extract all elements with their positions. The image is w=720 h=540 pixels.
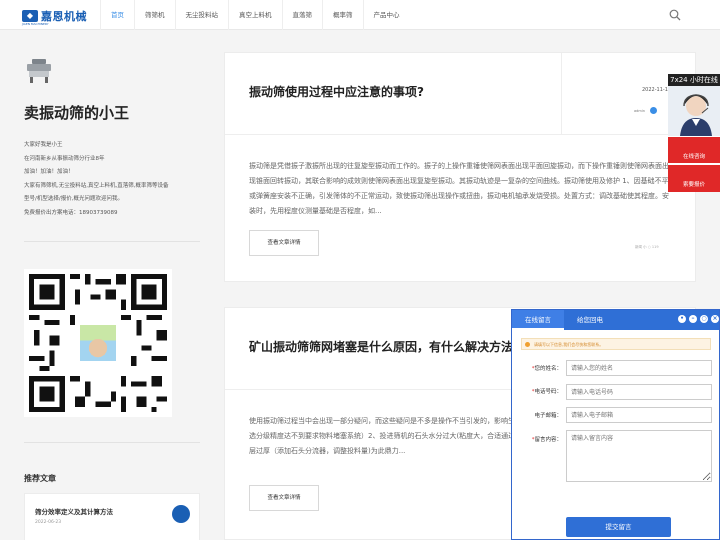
name-input[interactable]: [566, 360, 712, 376]
online-consult-button[interactable]: 在线咨询: [668, 137, 720, 163]
recommend-title: 推荐文章: [24, 474, 56, 483]
article-author: admin: [634, 109, 645, 113]
customer-service-icon: [668, 86, 720, 136]
site-logo[interactable]: ◆ 嘉恩机械 JIAEN MACHINERY: [22, 8, 87, 26]
site-header: ◆ 嘉恩机械 JIAEN MACHINERY 首页 筛筛机 无尘投料站 真空上料…: [0, 0, 720, 30]
nav-item-vacuum-feeder[interactable]: 真空上料机: [228, 0, 282, 30]
intro-line: 加油！加油！加油！: [24, 169, 74, 175]
search-icon[interactable]: [668, 8, 682, 22]
widget-notice-text: 请填写以下信息,我们会尽快和您联系。: [534, 342, 604, 347]
widget-restore-icon[interactable]: ○: [700, 315, 708, 323]
email-label: 电子邮箱：: [534, 413, 562, 419]
view-article-button[interactable]: 查看文章详情: [249, 485, 319, 511]
article-card: 振动筛使用过程中应注意的事项? 2022-11-1 admin 振动筛是凭借振子…: [224, 52, 697, 282]
nav-item-dust-free-station[interactable]: 无尘投料站: [174, 0, 229, 30]
email-input[interactable]: [566, 407, 712, 423]
message-textarea[interactable]: [566, 430, 712, 482]
nav-item-straight-screen[interactable]: 直落筛: [281, 0, 323, 30]
sidebar-divider: [24, 442, 200, 443]
message-widget: 在线留言 给您回电 • – ○ × 请填写以下信息,我们会尽快和您联系。 *您的…: [511, 309, 720, 540]
floating-contact-ad: 7x24 小时在线 在线咨询 索要报价: [668, 74, 720, 192]
notice-icon: [525, 342, 530, 347]
recommend-card-logo-icon: [172, 505, 190, 523]
article-date: 2022-11-1: [642, 87, 668, 93]
article-meta: 新闻 小 ○ 119: [635, 245, 659, 249]
widget-minimize-icon[interactable]: –: [689, 315, 697, 323]
submit-message-button[interactable]: 提交留言: [566, 517, 671, 537]
phone-input[interactable]: [566, 384, 712, 400]
ad-header: 7x24 小时在线: [668, 74, 720, 86]
widget-settings-icon[interactable]: •: [678, 315, 686, 323]
message-label: *留言内容：: [531, 437, 562, 443]
intro-line: 大家好我是小王: [24, 142, 63, 148]
logo-subtitle: JIAEN MACHINERY: [22, 22, 49, 26]
nav-item-home[interactable]: 首页: [100, 0, 134, 30]
article-excerpt: 振动筛是凭借振子激振所出现的往复旋型振动而工作的。振子的上操作重锤使筛网表面出现…: [249, 162, 669, 215]
author-name: 卖振动筛的小王: [24, 104, 130, 122]
widget-close-icon[interactable]: ×: [711, 315, 719, 323]
widget-notice: 请填写以下信息,我们会尽快和您联系。: [521, 338, 711, 350]
intro-line: 在河南新乡从事振动筛分行业8年: [24, 155, 105, 162]
author-dot-icon: [650, 107, 657, 114]
author-intro: 大家好我是小王 在河南新乡从事振动筛分行业8年 加油！加油！加油！ 大家有筛筛机…: [24, 139, 204, 220]
sidebar-divider: [24, 241, 200, 242]
wechat-qr-code: [24, 269, 172, 417]
nav-item-products[interactable]: 产品中心: [362, 0, 410, 30]
nav-item-screener[interactable]: 筛筛机: [134, 0, 175, 30]
intro-line: 免费报价出方案电话：18903739089: [24, 209, 118, 216]
article-header: 振动筛使用过程中应注意的事项? 2022-11-1 admin: [225, 53, 697, 135]
recommend-card-date: 2022-06-23: [35, 520, 62, 525]
name-label: *您的姓名：: [531, 366, 562, 372]
tab-online-message[interactable]: 在线留言: [512, 310, 564, 330]
nav-item-probability-screen[interactable]: 概率筛: [322, 0, 363, 30]
request-quote-button[interactable]: 索要报价: [668, 165, 720, 192]
recommend-card-title[interactable]: 筛分效率定义及其计算方法: [35, 506, 113, 516]
intro-line: 大家有筛筛机,无尘投料站,真空上料机,直落筛,概率筛等设备: [24, 182, 169, 189]
article-title[interactable]: 振动筛使用过程中应注意的事项?: [249, 83, 424, 100]
tab-callback[interactable]: 给您回电: [564, 310, 616, 330]
view-article-button[interactable]: 查看文章详情: [249, 230, 319, 256]
article-title[interactable]: 矿山振动筛筛网堵塞是什么原因，有什么解决方法: [249, 338, 513, 355]
logo-mark-icon: ◆: [22, 10, 38, 22]
recommend-card[interactable]: 筛分效率定义及其计算方法 2022-06-23: [24, 493, 200, 540]
phone-label: *电话号码：: [531, 389, 562, 395]
widget-header: 在线留言 给您回电 • – ○ ×: [512, 310, 719, 330]
main-nav: 首页 筛筛机 无尘投料站 真空上料机 直落筛 概率筛 产品中心: [100, 0, 410, 30]
intro-line: 型号/机型选择/报价,概光问题欢迎问我。: [24, 196, 123, 202]
avatar: [24, 55, 54, 85]
